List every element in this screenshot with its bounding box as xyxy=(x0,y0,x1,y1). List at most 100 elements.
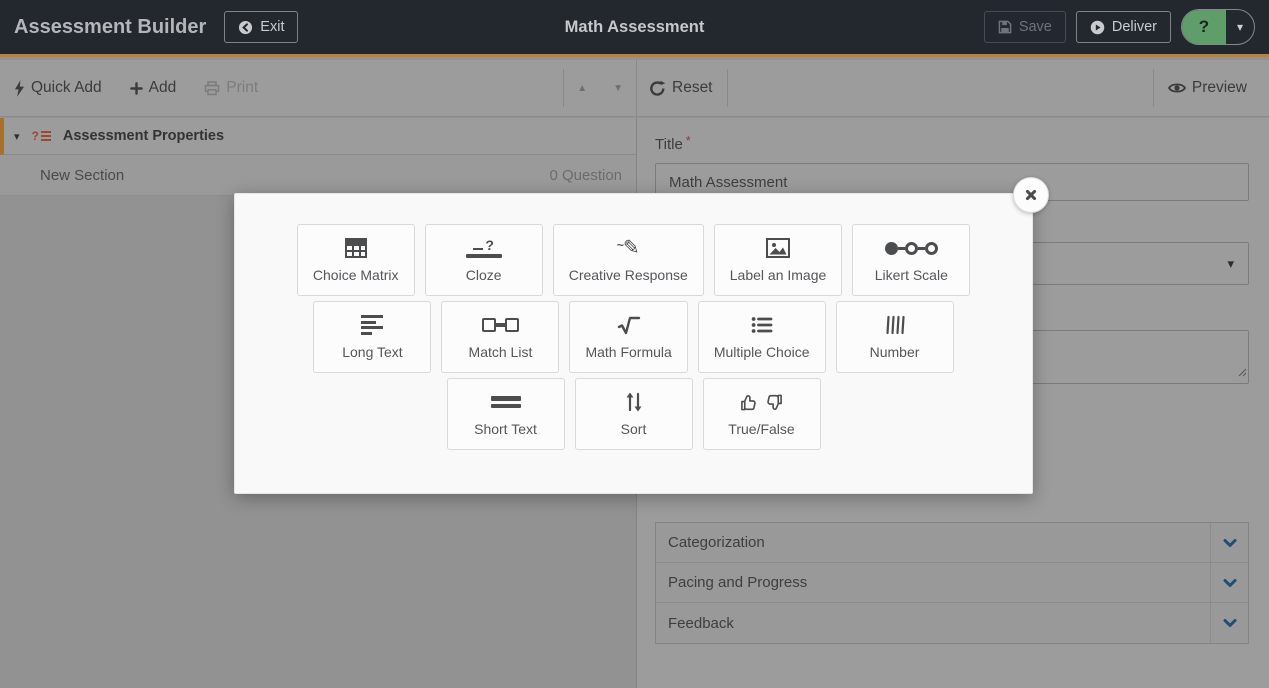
align-left-icon xyxy=(361,312,383,338)
accordion-label: Feedback xyxy=(656,603,1210,643)
question-type-card[interactable]: Short Text xyxy=(447,378,565,450)
help-caret-icon[interactable]: ▾ xyxy=(1226,10,1254,44)
settings-accordion: CategorizationPacing and ProgressFeedbac… xyxy=(655,522,1249,644)
question-type-grid: Choice Matrix? Cloze ~✎ Creative Response La… xyxy=(235,194,1032,450)
question-type-label: Choice Matrix xyxy=(313,267,399,283)
accordion-row[interactable]: Categorization xyxy=(656,523,1248,563)
question-type-modal: Choice Matrix? Cloze ~✎ Creative Response La… xyxy=(234,193,1033,494)
question-type-label: True/False xyxy=(728,421,794,437)
required-asterisk: * xyxy=(686,133,691,148)
sort-arrows-icon xyxy=(624,389,644,415)
accordion-label: Categorization xyxy=(656,523,1210,562)
deliver-button-label: Deliver xyxy=(1112,19,1157,35)
question-type-label: Math Formula xyxy=(585,344,671,360)
question-type-card[interactable]: Multiple Choice xyxy=(698,301,826,373)
printer-icon xyxy=(204,81,220,96)
match-connector-icon xyxy=(482,312,519,338)
move-down-button[interactable]: ▼ xyxy=(600,60,636,116)
accordion-row[interactable]: Pacing and Progress xyxy=(656,563,1248,603)
square-root-icon xyxy=(617,312,641,338)
likert-dots-icon xyxy=(885,235,938,261)
assessment-properties-label: Assessment Properties xyxy=(63,128,224,144)
tally-marks-icon xyxy=(884,312,906,338)
question-type-label: Short Text xyxy=(474,421,537,437)
image-icon xyxy=(765,235,791,261)
question-type-label: Label an Image xyxy=(730,267,827,283)
question-type-label: Sort xyxy=(621,421,647,437)
question-type-label: Multiple Choice xyxy=(714,344,810,360)
plus-icon xyxy=(130,82,143,95)
question-type-card[interactable]: Long Text xyxy=(313,301,431,373)
thumbs-up-down-icon xyxy=(740,389,783,415)
play-circle-icon xyxy=(1090,20,1105,35)
app-title: Assessment Builder xyxy=(14,16,206,39)
question-type-label: Creative Response xyxy=(569,267,688,283)
question-type-label: Match List xyxy=(469,344,533,360)
question-type-card[interactable]: Math Formula xyxy=(569,301,687,373)
question-type-card[interactable]: Number xyxy=(836,301,954,373)
help-split-button[interactable]: ? ▾ xyxy=(1181,9,1255,45)
toolbar-right: Reset Preview xyxy=(637,60,1269,116)
question-type-label: Long Text xyxy=(342,344,402,360)
quick-add-label: Quick Add xyxy=(31,79,102,97)
scribble-pencil-icon: ~✎ xyxy=(617,235,640,261)
section-question-count: 0 Question xyxy=(549,167,622,184)
deliver-button[interactable]: Deliver xyxy=(1076,11,1171,43)
accordion-label: Pacing and Progress xyxy=(656,563,1210,602)
eye-icon xyxy=(1168,81,1186,95)
move-up-button[interactable]: ▲ xyxy=(564,60,600,116)
reset-refresh-icon xyxy=(649,80,666,97)
question-list-icon: ? xyxy=(32,129,51,143)
question-type-label: Likert Scale xyxy=(875,267,948,283)
choice-matrix-table-icon xyxy=(344,235,368,261)
accordion-row[interactable]: Feedback xyxy=(656,603,1248,643)
chevron-down-icon[interactable] xyxy=(1210,523,1248,562)
question-type-card[interactable]: True/False xyxy=(703,378,821,450)
question-type-label: Cloze xyxy=(466,267,502,283)
outline-section-row[interactable]: New Section 0 Question xyxy=(0,155,636,196)
exit-button-label: Exit xyxy=(260,19,284,35)
question-type-card[interactable]: ? Cloze xyxy=(425,224,543,296)
preview-button[interactable]: Preview xyxy=(1154,60,1269,116)
exit-button[interactable]: Exit xyxy=(224,11,298,43)
toolbar-left: Quick Add Add Print ▲ ▼ xyxy=(0,60,637,116)
lightning-icon xyxy=(14,80,25,97)
reset-button[interactable]: Reset xyxy=(637,60,727,116)
caret-down-icon[interactable]: ▾ xyxy=(14,130,20,143)
print-label: Print xyxy=(226,79,258,97)
preview-label: Preview xyxy=(1192,79,1247,97)
back-circle-icon xyxy=(238,20,253,35)
close-icon xyxy=(1023,187,1039,203)
topbar: Assessment Builder Exit Math Assessment … xyxy=(0,0,1269,57)
list-bullets-icon xyxy=(750,312,774,338)
chevron-down-icon[interactable] xyxy=(1210,563,1248,602)
reset-label: Reset xyxy=(672,79,713,97)
document-title: Math Assessment xyxy=(565,18,705,36)
print-button[interactable]: Print xyxy=(190,60,272,116)
save-floppy-icon xyxy=(998,20,1012,34)
assessment-properties-row[interactable]: ▾ ? Assessment Properties xyxy=(0,118,636,155)
question-type-card[interactable]: ~✎ Creative Response xyxy=(553,224,704,296)
double-bar-icon xyxy=(491,389,521,415)
save-button[interactable]: Save xyxy=(984,11,1066,43)
section-name: New Section xyxy=(40,167,124,184)
resize-grip-icon[interactable] xyxy=(1236,364,1247,382)
toolbar-divider xyxy=(727,69,728,107)
help-button[interactable]: ? xyxy=(1182,10,1226,44)
cloze-blank-icon: ? xyxy=(466,235,502,261)
title-field-label: Title* xyxy=(655,133,1249,154)
toolbar: Quick Add Add Print ▲ ▼ Reset xyxy=(0,60,1269,117)
question-type-card[interactable]: Sort xyxy=(575,378,693,450)
modal-close-button[interactable] xyxy=(1013,177,1049,213)
add-button[interactable]: Add xyxy=(116,60,191,116)
question-type-card[interactable]: Choice Matrix xyxy=(297,224,415,296)
save-button-label: Save xyxy=(1019,19,1052,35)
question-type-card[interactable]: Likert Scale xyxy=(852,224,970,296)
add-label: Add xyxy=(149,79,177,97)
question-type-card[interactable]: Match List xyxy=(441,301,559,373)
select-caret-icon: ▾ xyxy=(1227,256,1234,272)
question-type-card[interactable]: Label an Image xyxy=(714,224,843,296)
question-type-label: Number xyxy=(870,344,920,360)
chevron-down-icon[interactable] xyxy=(1210,603,1248,643)
quick-add-button[interactable]: Quick Add xyxy=(14,60,116,116)
